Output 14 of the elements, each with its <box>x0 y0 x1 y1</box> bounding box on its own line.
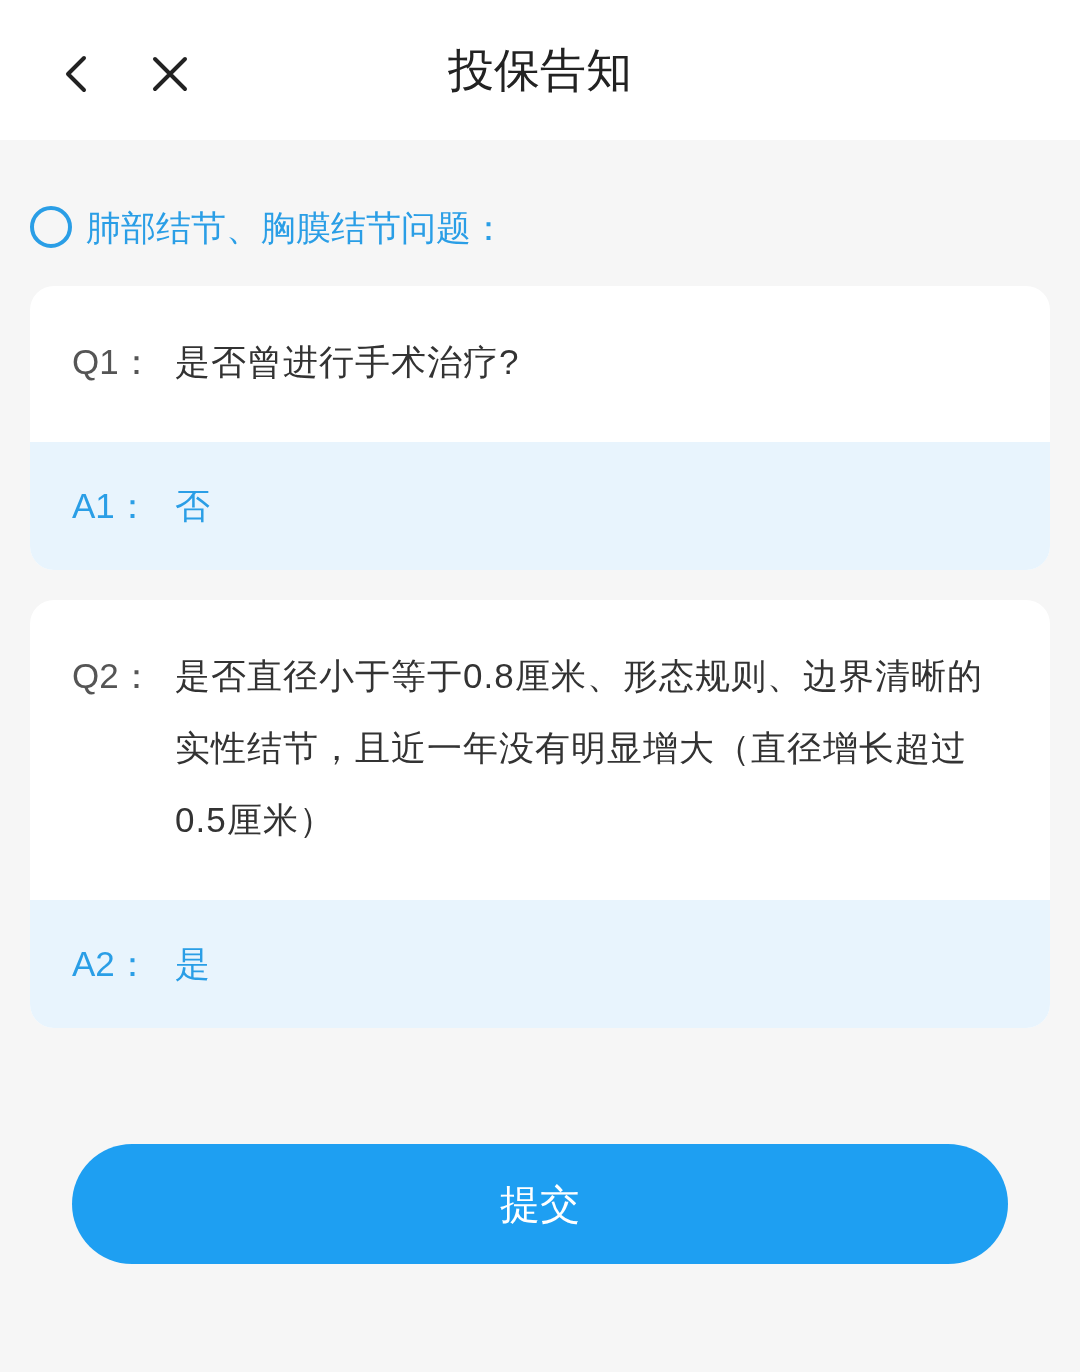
answer-label: A2： <box>72 942 151 985</box>
answer-text: 否 <box>175 484 210 527</box>
question-text: 是否直径小于等于0.8厘米、形态规则、边界清晰的实性结节，且近一年没有明显增大（直径增长超过0.5厘米） <box>175 655 984 841</box>
answer-label: A1： <box>72 484 151 527</box>
question-text: 是否曾进行手术治疗? <box>175 341 521 383</box>
back-icon <box>64 54 88 94</box>
question-label: Q2： <box>72 655 155 697</box>
close-icon <box>152 56 188 92</box>
section-ring-icon <box>30 206 72 248</box>
question-label: Q1： <box>72 341 155 383</box>
page-title: 投保告知 <box>448 47 632 93</box>
submit-button[interactable]: 提交 <box>72 1144 1008 1264</box>
section-title: 肺部结节、胸膜结节问题： <box>86 209 506 245</box>
answer-text: 是 <box>175 942 210 985</box>
